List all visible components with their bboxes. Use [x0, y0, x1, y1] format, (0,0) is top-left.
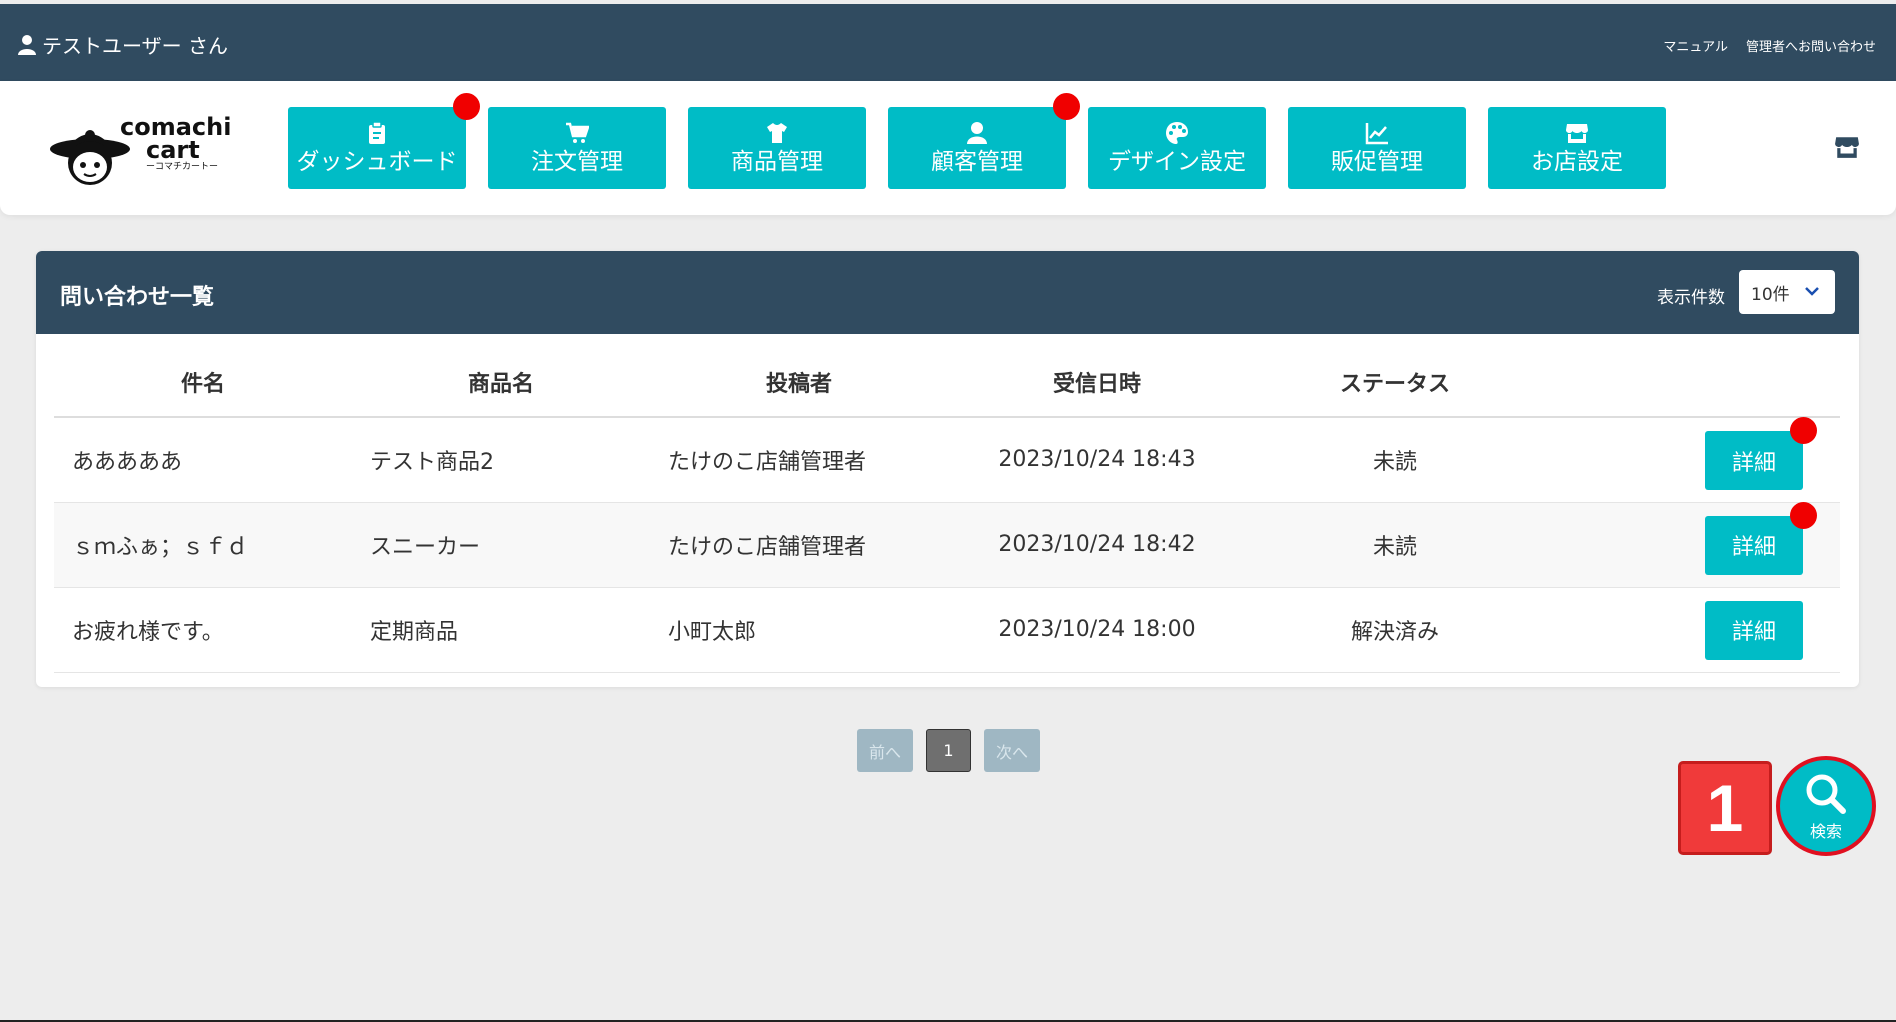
palette-icon [1166, 122, 1188, 144]
detail-button[interactable]: 詳細 [1705, 417, 1817, 490]
column-header-product[interactable]: 商品名 [352, 347, 650, 418]
cell-status: 未読 [1246, 417, 1544, 503]
notification-dot [1790, 501, 1817, 529]
nav-design-button[interactable]: デザイン設定 [1088, 107, 1266, 189]
cell-product: スニーカー [352, 502, 650, 588]
tshirt-icon [767, 123, 787, 143]
column-header-status[interactable]: ステータス [1246, 347, 1544, 418]
pagination: 前へ 1 次へ [857, 729, 1040, 772]
nav-store-settings-button[interactable]: お店設定 [1488, 107, 1666, 189]
cell-action: 詳細 [1544, 587, 1840, 673]
search-icon [1806, 774, 1846, 814]
user-icon [967, 122, 987, 144]
cell-subject: ｓｍふぁ；ｓｆｄ [54, 502, 352, 588]
cell-author: 小町太郎 [650, 587, 948, 673]
annotation-badge: 1 [1678, 761, 1772, 855]
cell-status: 解決済み [1246, 587, 1544, 673]
column-header-author[interactable]: 投稿者 [650, 347, 948, 418]
logo-text: comachi cart ーコマチカートー [120, 113, 232, 172]
store-icon [1566, 124, 1588, 143]
inquiry-list-panel: 問い合わせ一覧 表示件数 10件 件名 商品名 投稿者 受信日時 ステータス あ… [36, 251, 1859, 687]
top-bar: テストユーザー さん マニュアル 管理者へお問い合わせ [0, 4, 1896, 81]
nav-promotion-button[interactable]: 販促管理 [1288, 107, 1466, 189]
search-fab-label: 検索 [1809, 822, 1842, 841]
table-row: あああああ テスト商品2 たけのこ店舗管理者 2023/10/24 18:43 … [54, 417, 1840, 503]
cell-author: たけのこ店舗管理者 [650, 502, 948, 588]
nav-dashboard-button[interactable]: ダッシュボード [288, 93, 480, 189]
panel-header: 問い合わせ一覧 表示件数 10件 [36, 251, 1859, 334]
cell-date: 2023/10/24 18:43 [948, 417, 1246, 503]
storefront-icon[interactable] [1834, 134, 1860, 160]
notification-dot [1790, 417, 1817, 444]
per-page-label: 表示件数 [1657, 288, 1725, 308]
cell-product: テスト商品2 [352, 417, 650, 503]
user-icon [18, 34, 36, 55]
current-page-button[interactable]: 1 [926, 729, 971, 772]
table-row: お疲れ様です。 定期商品 小町太郎 2023/10/24 18:00 解決済み … [54, 587, 1840, 673]
nav-orders-button[interactable]: 注文管理 [488, 107, 666, 189]
main-nav: comachi cart ーコマチカートー ダッシュボード 注文管理 商品管理 … [0, 81, 1896, 215]
next-page-button[interactable]: 次へ [984, 729, 1040, 772]
cell-product: 定期商品 [352, 587, 650, 673]
cell-action: 詳細 [1544, 501, 1840, 588]
notification-dot [453, 93, 480, 120]
manual-link[interactable]: マニュアル [1663, 36, 1728, 55]
prev-page-button[interactable]: 前へ [857, 729, 913, 772]
chevron-down-icon [1805, 287, 1819, 296]
cell-author: たけのこ店舗管理者 [650, 417, 948, 503]
user-info: テストユーザー さん [18, 30, 228, 59]
cell-date: 2023/10/24 18:00 [948, 587, 1246, 673]
detail-button[interactable]: 詳細 [1705, 600, 1803, 660]
user-name: テストユーザー さん [42, 34, 228, 58]
page-title: 問い合わせ一覧 [60, 285, 215, 310]
cell-status: 未読 [1246, 502, 1544, 588]
notification-dot [1053, 93, 1080, 120]
clipboard-icon [369, 121, 385, 144]
nav-customers-button[interactable]: 顧客管理 [888, 93, 1080, 189]
table-header-row: 件名 商品名 投稿者 受信日時 ステータス [54, 347, 1840, 418]
detail-button[interactable]: 詳細 [1705, 501, 1817, 575]
column-header-action [1544, 347, 1840, 418]
cell-subject: あああああ [54, 417, 352, 503]
search-fab-button[interactable]: 検索 [1776, 756, 1876, 856]
table-row: ｓｍふぁ；ｓｆｄ スニーカー たけのこ店舗管理者 2023/10/24 18:4… [54, 501, 1840, 588]
per-page-value: 10件 [1751, 284, 1790, 305]
contact-admin-link[interactable]: 管理者へお問い合わせ [1746, 36, 1876, 55]
column-header-subject[interactable]: 件名 [54, 347, 352, 418]
chart-icon [1365, 123, 1388, 145]
cell-subject: お疲れ様です。 [54, 587, 352, 673]
inquiry-table: 件名 商品名 投稿者 受信日時 ステータス あああああ テスト商品2 たけのこ店… [54, 347, 1840, 673]
column-header-date[interactable]: 受信日時 [948, 347, 1246, 418]
nav-products-button[interactable]: 商品管理 [688, 107, 866, 189]
cell-action: 詳細 [1544, 417, 1840, 503]
cell-date: 2023/10/24 18:42 [948, 502, 1246, 588]
cart-icon [566, 122, 589, 143]
comachi-cart-logo[interactable]: comachi cart ーコマチカートー [50, 115, 240, 185]
per-page-select[interactable]: 10件 [1739, 270, 1835, 314]
